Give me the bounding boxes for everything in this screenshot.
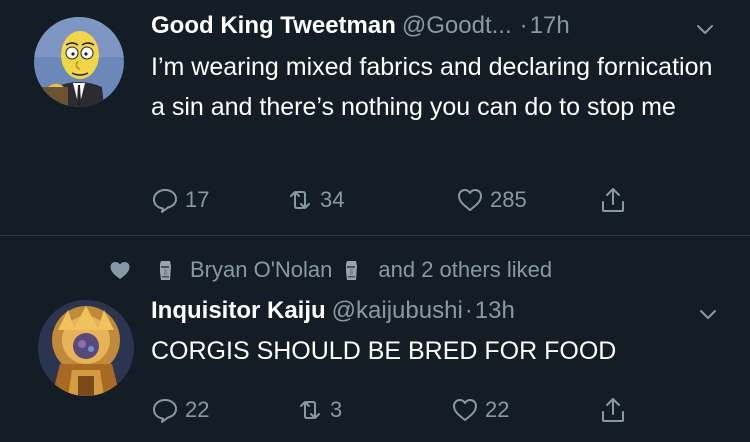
like-count: 22 [485, 397, 510, 422]
chevron-down-icon[interactable] [696, 302, 720, 326]
display-name[interactable]: Inquisitor Kaiju [151, 297, 326, 324]
avatar[interactable] [38, 300, 134, 396]
share-button[interactable] [599, 393, 627, 427]
separator-dot: · [464, 297, 473, 324]
reply-count: 22 [185, 397, 210, 422]
retweet-button[interactable]: 3 [296, 393, 342, 427]
like-button[interactable]: 22 [451, 393, 509, 427]
retweet-count: 3 [330, 397, 343, 422]
tweet-header: Inquisitor Kaiju @kaijubushi·13h [151, 296, 515, 326]
avatar-image [38, 300, 134, 396]
username[interactable]: @kaijubushi [332, 297, 463, 324]
tweet-actions: 22 3 22 [151, 393, 651, 427]
timestamp[interactable]: 13h [475, 297, 515, 324]
reply-icon [153, 399, 177, 423]
tweet[interactable]: Inquisitor Kaiju @kaijubushi·13h CORGIS S… [0, 0, 750, 442]
share-icon [602, 398, 624, 422]
retweet-icon [300, 401, 320, 419]
like-icon [453, 399, 477, 421]
tweet-text: CORGIS SHOULD BE BRED FOR FOOD [151, 337, 617, 365]
reply-button[interactable]: 22 [151, 393, 209, 427]
